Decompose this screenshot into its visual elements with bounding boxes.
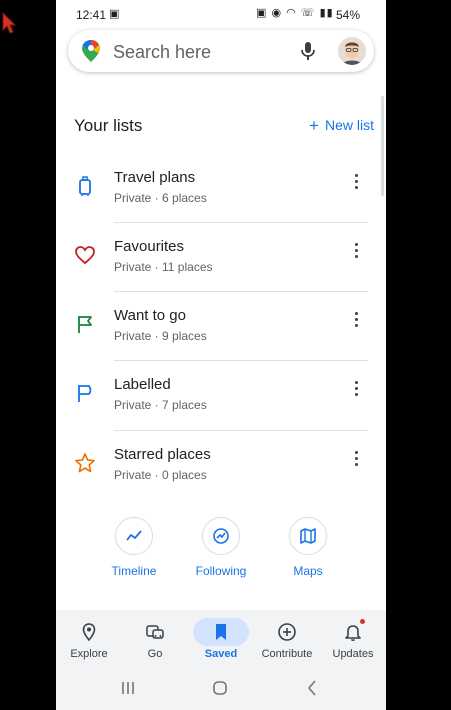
flag-icon xyxy=(78,316,92,333)
suitcase-icon xyxy=(79,176,91,196)
page-title: Your lists xyxy=(74,116,143,135)
list-item-travel-plans[interactable]: Travel plans Private · 6 places xyxy=(56,153,386,222)
list-item-favourites[interactable]: Favourites Private · 11 places xyxy=(56,222,386,291)
commute-icon xyxy=(146,625,164,639)
more-options-icon[interactable] xyxy=(348,378,364,402)
add-circle-icon xyxy=(278,623,296,641)
list-subtitle: Private · 7 places xyxy=(114,398,207,412)
more-options-icon[interactable] xyxy=(348,240,364,264)
bookmark-icon xyxy=(216,624,226,640)
timeline-label: Timeline xyxy=(111,564,157,578)
list-item-want-to-go[interactable]: Want to go Private · 9 places xyxy=(56,291,386,360)
status-bar: 12:41 ▣ ▣ ◉ ◠ ☏ ▮▮ 54% xyxy=(56,0,386,28)
more-options-icon[interactable] xyxy=(348,448,364,472)
list-title: Travel plans xyxy=(114,169,196,186)
system-navigation-bar xyxy=(56,666,386,710)
profile-face-icon xyxy=(338,37,366,65)
list-title: Labelled xyxy=(114,376,171,393)
new-list-label: New list xyxy=(324,117,374,133)
status-time: 12:41 xyxy=(76,8,107,22)
location-pin-icon xyxy=(82,623,96,642)
nav-contribute[interactable]: Contribute xyxy=(254,610,320,666)
recent-apps-icon[interactable] xyxy=(116,678,140,698)
bell-icon xyxy=(345,625,361,641)
list-subtitle: Private · 6 places xyxy=(114,191,207,205)
bottom-navigation: Explore Go Saved Contribute Updates xyxy=(56,610,386,666)
maps-label: Maps xyxy=(293,564,323,578)
list-subtitle: Private · 9 places xyxy=(114,329,207,343)
list-title: Starred places xyxy=(114,446,211,463)
list-subtitle: Private · 11 places xyxy=(114,260,213,274)
battery-level: 54% xyxy=(336,8,361,22)
heart-icon xyxy=(75,246,95,265)
lists-header: Your lists + New list xyxy=(74,112,374,140)
phone-screen: 12:41 ▣ ▣ ◉ ◠ ☏ ▮▮ 54% Search here Your … xyxy=(56,0,386,710)
nav-go-label: Go xyxy=(147,648,163,660)
star-icon xyxy=(75,453,95,473)
more-options-icon[interactable] xyxy=(348,171,364,195)
status-icons: ▣ ◉ ◠ ☏ ▮▮ xyxy=(256,7,334,19)
home-icon[interactable] xyxy=(208,678,232,698)
search-input[interactable] xyxy=(113,41,283,63)
mouse-cursor-icon xyxy=(2,12,16,34)
new-list-button[interactable]: + New list xyxy=(309,116,374,136)
list-item-labelled[interactable]: Labelled Private · 7 places xyxy=(56,360,386,429)
nav-updates-label: Updates xyxy=(332,648,374,660)
back-icon[interactable] xyxy=(300,678,324,698)
avatar[interactable] xyxy=(338,37,366,65)
nav-saved[interactable]: Saved xyxy=(188,610,254,666)
nav-saved-label: Saved xyxy=(204,648,238,660)
nav-explore-label: Explore xyxy=(70,648,108,660)
following-button[interactable]: Following xyxy=(189,517,253,578)
plus-icon: + xyxy=(309,116,319,135)
timeline-button[interactable]: Timeline xyxy=(102,517,166,578)
screenshot-icon: ▣ xyxy=(109,8,120,20)
list-title: Favourites xyxy=(114,238,185,255)
google-maps-logo-icon xyxy=(82,40,100,62)
list-title: Want to go xyxy=(114,307,186,324)
nav-updates[interactable]: Updates xyxy=(320,610,386,666)
nav-explore[interactable]: Explore xyxy=(56,610,122,666)
following-label: Following xyxy=(195,564,247,578)
timeline-icon xyxy=(126,530,142,541)
following-icon xyxy=(213,528,229,544)
nav-contribute-label: Contribute xyxy=(261,648,313,660)
search-bar[interactable] xyxy=(68,30,374,72)
list-item-starred-places[interactable]: Starred places Private · 0 places xyxy=(56,430,386,499)
maps-button[interactable]: Maps xyxy=(276,517,340,578)
nav-go[interactable]: Go xyxy=(122,610,188,666)
notification-dot xyxy=(360,619,365,624)
microphone-icon[interactable] xyxy=(298,40,318,62)
list-subtitle: Private · 0 places xyxy=(114,468,207,482)
more-options-icon[interactable] xyxy=(348,309,364,333)
label-flag-icon xyxy=(78,385,92,402)
map-icon xyxy=(300,528,316,544)
